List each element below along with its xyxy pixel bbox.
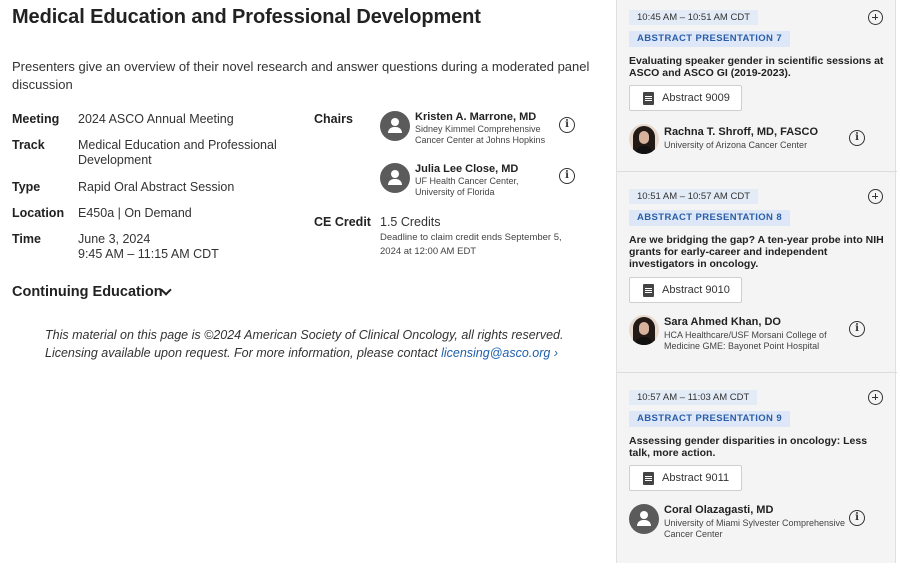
- presenter-affiliation: University of Miami Sylvester Comprehens…: [664, 518, 846, 539]
- info-icon[interactable]: i: [849, 321, 865, 337]
- presentation-title[interactable]: Are we bridging the gap? A ten-year prob…: [629, 234, 885, 270]
- chair-affiliation: Sidney Kimmel Comprehensive Cancer Cente…: [415, 124, 546, 145]
- info-icon[interactable]: i: [849, 130, 865, 146]
- info-icon[interactable]: i: [559, 168, 575, 184]
- track-label: Track: [12, 138, 45, 152]
- page-title: Medical Education and Professional Devel…: [12, 6, 481, 28]
- meeting-value: 2024 ASCO Annual Meeting: [78, 112, 234, 126]
- presenter-affiliation: HCA Healthcare/USF Morsani College of Me…: [664, 330, 827, 351]
- presenter-name: Coral Olazagasti, MD: [664, 504, 774, 516]
- presentation-card: 10:45 AM – 10:51 AM CDT ABSTRACT PRESENT…: [617, 0, 897, 172]
- abstract-button[interactable]: Abstract 9011: [629, 465, 742, 491]
- presentation-card: 10:51 AM – 10:57 AM CDT ABSTRACT PRESENT…: [617, 172, 897, 373]
- avatar: [380, 163, 410, 193]
- abstract-badge: ABSTRACT PRESENTATION 9: [629, 411, 791, 427]
- licensing-link[interactable]: licensing@asco.org: [441, 346, 550, 360]
- ce-credit-label: CE Credit: [314, 215, 371, 229]
- chair-name: Julia Lee Close, MD: [415, 163, 519, 175]
- time-badge: 10:45 AM – 10:51 AM CDT: [629, 10, 759, 25]
- chair-affiliation: UF Health Cancer Center, University of F…: [415, 176, 519, 197]
- add-to-schedule-icon[interactable]: [868, 390, 883, 405]
- location-label: Location: [12, 206, 65, 220]
- info-icon[interactable]: i: [559, 117, 575, 133]
- ce-credits: 1.5 Credits: [380, 215, 441, 229]
- chair-item: Kristen A. Marrone, MD Sidney Kimmel Com…: [380, 110, 600, 160]
- track-value: Medical Education and Professional Devel…: [78, 138, 277, 167]
- avatar: [629, 315, 659, 345]
- location-value: E450a | On Demand: [78, 206, 192, 220]
- time-badge: 10:57 AM – 11:03 AM CDT: [629, 390, 758, 405]
- info-icon[interactable]: i: [849, 510, 865, 526]
- presentation-title[interactable]: Evaluating speaker gender in scientific …: [629, 55, 885, 79]
- abstract-badge: ABSTRACT PRESENTATION 8: [629, 210, 791, 226]
- time-badge: 10:51 AM – 10:57 AM CDT: [629, 189, 759, 204]
- chair-item: Julia Lee Close, MD UF Health Cancer Cen…: [380, 162, 600, 202]
- document-icon: [643, 92, 654, 105]
- session-description: Presenters give an overview of their nov…: [12, 59, 590, 92]
- add-to-schedule-icon[interactable]: [868, 189, 883, 204]
- type-label: Type: [12, 180, 41, 194]
- presenter-affiliation: University of Arizona Cancer Center: [664, 140, 808, 150]
- avatar: [380, 111, 410, 141]
- abstract-badge: ABSTRACT PRESENTATION 7: [629, 31, 791, 47]
- chairs-label: Chairs: [314, 112, 353, 126]
- presenter-name: Rachna T. Shroff, MD, FASCO: [664, 126, 819, 138]
- type-value: Rapid Oral Abstract Session: [78, 180, 235, 194]
- ce-deadline: Deadline to claim credit ends September …: [380, 232, 562, 257]
- time-label: Time: [12, 232, 41, 246]
- add-to-schedule-icon[interactable]: [868, 10, 883, 25]
- avatar: [629, 124, 659, 154]
- time-range: 9:45 AM – 11:15 AM CDT: [78, 247, 219, 261]
- presentation-card: 10:57 AM – 11:03 AM CDT ABSTRACT PRESENT…: [617, 373, 897, 563]
- presenter-name: Sara Ahmed Khan, DO: [664, 316, 781, 328]
- chair-name: Kristen A. Marrone, MD: [415, 111, 537, 123]
- avatar: [629, 504, 659, 534]
- copyright-notice: This material on this page is ©2024 Amer…: [45, 326, 585, 362]
- continuing-education-toggle[interactable]: Continuing Education: [12, 284, 163, 300]
- time-date: June 3, 2024: [78, 232, 151, 246]
- presentations-panel: 10:45 AM – 10:51 AM CDT ABSTRACT PRESENT…: [616, 0, 897, 563]
- abstract-label: Abstract 9009: [662, 92, 730, 104]
- meeting-label: Meeting: [12, 112, 60, 126]
- chevron-right-icon[interactable]: ›: [550, 346, 558, 360]
- abstract-label: Abstract 9011: [662, 472, 730, 484]
- abstract-button[interactable]: Abstract 9009: [629, 85, 742, 111]
- document-icon: [643, 284, 654, 297]
- session-details: Medical Education and Professional Devel…: [0, 0, 600, 571]
- abstract-label: Abstract 9010: [662, 284, 730, 296]
- document-icon: [643, 472, 654, 485]
- abstract-button[interactable]: Abstract 9010: [629, 277, 742, 303]
- presentation-title[interactable]: Assessing gender disparities in oncology…: [629, 435, 885, 459]
